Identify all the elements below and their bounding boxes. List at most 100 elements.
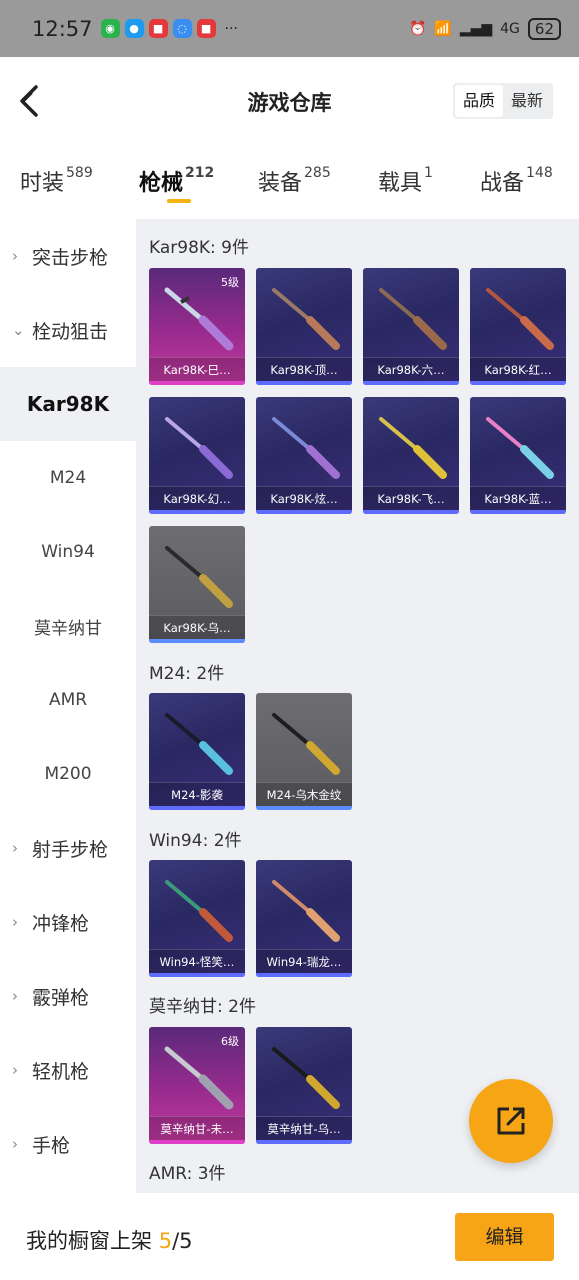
item-name: Win94-瑞龙…: [256, 949, 352, 973]
share-fab-button[interactable]: [469, 1079, 553, 1163]
message-icon: ●: [124, 19, 144, 38]
tab-count: 1: [424, 165, 433, 181]
rifle-icon: [165, 880, 233, 942]
tab-equipment[interactable]: 装备 285: [258, 165, 331, 197]
chevron-right-icon: ›: [12, 1061, 18, 1079]
wechat-icon: ◉: [100, 19, 120, 38]
item-name: Kar98K-乌…: [149, 615, 245, 639]
item-card[interactable]: 莫辛纳甘-乌…: [256, 1027, 352, 1144]
item-card[interactable]: M24-乌木金纹: [256, 693, 352, 810]
sidebar-item-amr[interactable]: AMR: [0, 663, 136, 737]
item-card[interactable]: Kar98K-顶…: [256, 268, 352, 385]
sidebar-item-smg[interactable]: › 冲锋枪: [0, 885, 136, 959]
status-bar: 12:57 ◉ ● ■ ◌ ■ ··· ⏰ 📶 ▂▄▆ 4G 62: [0, 0, 579, 57]
sidebar-item-win94[interactable]: Win94: [0, 515, 136, 589]
chevron-right-icon: ›: [12, 247, 18, 265]
edit-button[interactable]: 编辑: [455, 1213, 554, 1261]
item-name: M24-影袭: [149, 782, 245, 806]
item-name: Kar98K-蓝…: [470, 486, 566, 510]
network-type: 4G: [500, 20, 520, 37]
sidebar-item-label: 栓动狙击: [32, 320, 109, 343]
item-card[interactable]: 6级 莫辛纳甘-未…: [149, 1027, 245, 1144]
sort-toggle: 品质 最新: [452, 83, 553, 119]
chevron-right-icon: ›: [12, 987, 18, 1005]
sort-latest-button[interactable]: 最新: [503, 85, 551, 117]
sidebar-item-lmg[interactable]: › 轻机枪: [0, 1033, 136, 1107]
rifle-icon: [165, 417, 233, 479]
red-app-icon-2: ■: [196, 19, 216, 38]
tab-label: 时装: [20, 171, 65, 196]
item-name: Kar98K-飞…: [363, 486, 459, 510]
showcase-total-count: 5: [179, 1229, 193, 1253]
item-name: Kar98K-红…: [470, 357, 566, 381]
item-card[interactable]: Kar98K-蓝…: [470, 397, 566, 514]
tab-supplies[interactable]: 战备 148: [480, 165, 553, 197]
item-name: 莫辛纳甘-未…: [149, 1116, 245, 1140]
chevron-right-icon: ›: [12, 839, 18, 857]
item-card[interactable]: Win94-怪笑…: [149, 860, 245, 977]
item-card[interactable]: Kar98K-炫…: [256, 397, 352, 514]
tab-vehicles[interactable]: 载具 1: [378, 165, 433, 197]
status-indicators: ⏰ 📶 ▂▄▆ 4G 62: [409, 17, 561, 40]
sidebar-item-kar98k[interactable]: Kar98K: [0, 367, 136, 441]
item-name: Kar98K-六…: [363, 357, 459, 381]
chat-bubble-icon: ◌: [172, 19, 192, 38]
showcase-label: 我的橱窗上架: [26, 1229, 152, 1253]
rifle-icon: [165, 546, 233, 608]
external-link-icon: [497, 1107, 525, 1135]
sidebar-item-label: 轻机枪: [32, 1060, 90, 1083]
item-card[interactable]: Kar98K-乌…: [149, 526, 245, 643]
page-header: 游戏仓库 品质 最新: [0, 57, 579, 145]
item-card[interactable]: Kar98K-六…: [363, 268, 459, 385]
item-name: Kar98K-巳…: [149, 357, 245, 381]
sort-quality-button[interactable]: 品质: [454, 85, 503, 117]
status-time: 12:57: [32, 16, 93, 41]
sidebar-item-mosin[interactable]: 莫辛纳甘: [0, 589, 136, 663]
battery-icon: 62: [527, 17, 561, 40]
sidebar-item-m24[interactable]: M24: [0, 441, 136, 515]
rifle-icon: [272, 417, 340, 479]
item-name: Kar98K-幻…: [149, 486, 245, 510]
showcase-status: 我的橱窗上架 5/5: [26, 1225, 193, 1255]
item-name: M24-乌木金纹: [256, 782, 352, 806]
sidebar-item-m200[interactable]: M200: [0, 737, 136, 811]
sidebar-item-label: AMR: [48, 690, 88, 710]
tab-label: 载具: [378, 171, 423, 196]
category-tabs: 时装 589 枪械 212 装备 285 载具 1 战备 148: [0, 145, 579, 219]
signal-icon: ▂▄▆: [459, 20, 493, 37]
sidebar-item-label: 冲锋枪: [32, 912, 90, 935]
more-notifications-icon: ···: [224, 20, 238, 37]
item-card[interactable]: Kar98K-红…: [470, 268, 566, 385]
sidebar-item-assault-rifle[interactable]: › 突击步枪: [0, 219, 136, 293]
rifle-icon: [272, 880, 340, 942]
tab-fashion[interactable]: 时装 589: [20, 165, 93, 197]
weapon-category-sidebar: › 突击步枪 ⌄ 栓动狙击 Kar98K M24 Win94 莫辛纳甘 AMR M2…: [0, 219, 136, 1193]
sidebar-item-dmr[interactable]: › 射手步枪: [0, 811, 136, 885]
tab-label: 枪械: [139, 171, 184, 196]
chevron-right-icon: ›: [12, 1135, 18, 1153]
tab-guns[interactable]: 枪械 212: [139, 165, 214, 197]
item-card[interactable]: 5级 Kar98K-巳…: [149, 268, 245, 385]
item-card[interactable]: M24-影袭: [149, 693, 245, 810]
active-tab-indicator: [167, 199, 191, 203]
showcase-bar: 我的橱窗上架 5/5 编辑: [0, 1193, 579, 1280]
sidebar-item-label: 射手步枪: [32, 838, 109, 861]
item-card[interactable]: Kar98K-飞…: [363, 397, 459, 514]
chevron-down-icon: ⌄: [12, 321, 25, 339]
rifle-icon: [165, 713, 233, 775]
item-name: Win94-怪笑…: [149, 949, 245, 973]
item-grid: Kar98K: 9件 5级 Kar98K-巳… Kar98K-顶… Kar98K…: [136, 219, 579, 1193]
sidebar-item-bolt-sniper[interactable]: ⌄ 栓动狙击: [0, 293, 136, 367]
showcase-used-count: 5: [158, 1229, 173, 1253]
item-card[interactable]: Win94-瑞龙…: [256, 860, 352, 977]
rifle-icon: [379, 417, 447, 479]
tab-label: 战备: [480, 171, 525, 196]
sidebar-item-shotgun[interactable]: › 霰弹枪: [0, 959, 136, 1033]
item-name: Kar98K-顶…: [256, 357, 352, 381]
sidebar-item-label: Kar98K: [26, 392, 110, 416]
item-card[interactable]: Kar98K-幻…: [149, 397, 245, 514]
sidebar-item-pistol[interactable]: › 手枪: [0, 1107, 136, 1181]
item-name: Kar98K-炫…: [256, 486, 352, 510]
rifle-icon: [164, 287, 234, 351]
chevron-right-icon: ›: [12, 913, 18, 931]
